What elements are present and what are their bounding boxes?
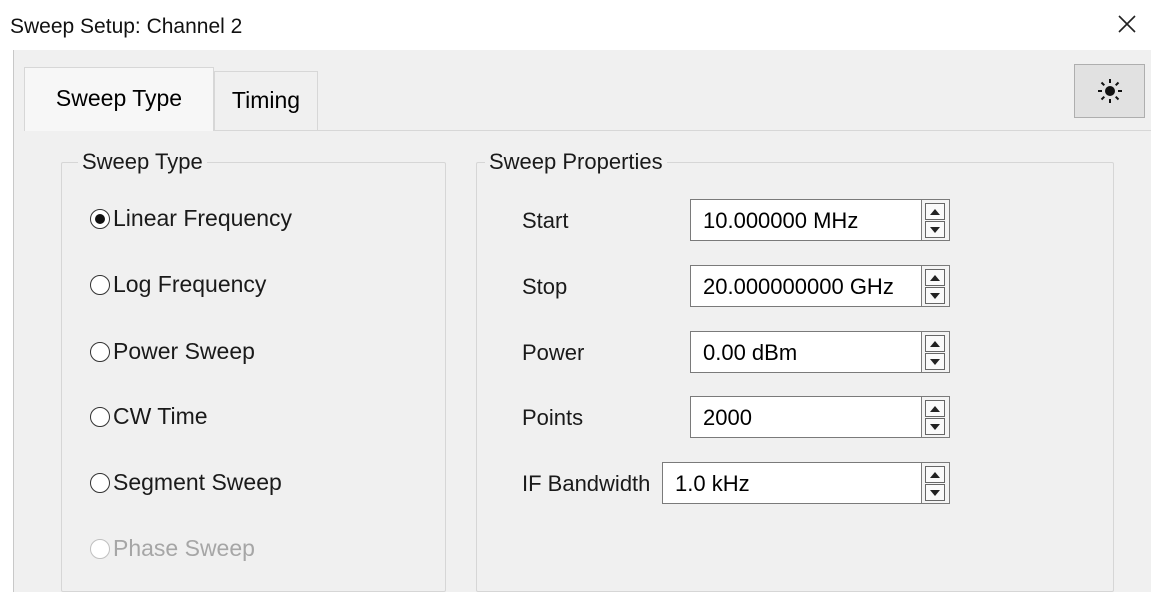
- radio-segment-sweep[interactable]: Segment Sweep: [90, 469, 282, 496]
- radio-linear-frequency[interactable]: Linear Frequency: [90, 205, 292, 232]
- radio-log-frequency[interactable]: Log Frequency: [90, 271, 266, 298]
- radio-button: [90, 274, 110, 295]
- radio-button: [90, 406, 110, 427]
- brightness-button[interactable]: [1074, 64, 1145, 118]
- if-bandwidth-label: IF Bandwidth: [522, 471, 651, 496]
- radio-button: [90, 472, 110, 493]
- tab-timing[interactable]: Timing: [214, 71, 318, 131]
- up-arrow-icon: [930, 274, 940, 281]
- radio-label: Power Sweep: [113, 338, 255, 364]
- up-arrow-icon: [930, 471, 940, 478]
- down-arrow-icon: [930, 423, 940, 430]
- down-arrow-icon: [930, 358, 940, 365]
- start-increment-button[interactable]: [925, 203, 945, 220]
- if-bandwidth-increment-button[interactable]: [925, 466, 945, 483]
- title-bar: Sweep Setup: Channel 2: [0, 0, 1151, 50]
- radio-label: Phase Sweep: [113, 535, 255, 561]
- points-field[interactable]: 2000: [690, 396, 922, 438]
- radio-label: CW Time: [113, 403, 208, 429]
- dialog-body: Sweep Type Timing Sweep Type Linear Freq…: [13, 50, 1151, 592]
- radio-cw-time[interactable]: CW Time: [90, 403, 208, 430]
- sweep-properties-group-title: Sweep Properties: [485, 149, 667, 175]
- start-decrement-button[interactable]: [925, 221, 945, 238]
- power-decrement-button[interactable]: [925, 353, 945, 370]
- radio-label: Linear Frequency: [113, 205, 292, 231]
- up-arrow-icon: [930, 340, 940, 347]
- down-arrow-icon: [930, 292, 940, 299]
- points-label: Points: [522, 405, 584, 430]
- radio-button-selected: [90, 208, 110, 229]
- down-arrow-icon: [930, 226, 940, 233]
- start-label: Start: [522, 208, 569, 233]
- radio-button-disabled: [90, 538, 110, 559]
- points-decrement-button[interactable]: [925, 418, 945, 435]
- start-field[interactable]: 10.000000 MHz: [690, 199, 922, 241]
- stop-decrement-button[interactable]: [925, 287, 945, 304]
- window-title: Sweep Setup: Channel 2: [10, 15, 243, 38]
- stop-field[interactable]: 20.000000000 GHz: [690, 265, 922, 307]
- tab-sweep-type[interactable]: Sweep Type: [24, 67, 214, 131]
- radio-phase-sweep: Phase Sweep: [90, 535, 255, 562]
- sweep-type-group: Sweep Type Linear Frequency Log Frequenc…: [61, 149, 446, 592]
- stop-spinner: [922, 265, 950, 307]
- power-spinner: [922, 331, 950, 373]
- if-bandwidth-spinner: [922, 462, 950, 504]
- power-field[interactable]: 0.00 dBm: [690, 331, 922, 373]
- radio-label: Segment Sweep: [113, 469, 282, 495]
- close-button[interactable]: [1111, 8, 1143, 40]
- up-arrow-icon: [930, 208, 940, 215]
- if-bandwidth-field[interactable]: 1.0 kHz: [662, 462, 922, 504]
- sun-icon: [1097, 79, 1122, 103]
- up-arrow-icon: [930, 405, 940, 412]
- radio-button: [90, 341, 110, 362]
- down-arrow-icon: [930, 489, 940, 496]
- start-spinner: [922, 199, 950, 241]
- close-icon: [1118, 15, 1136, 33]
- stop-label: Stop: [522, 274, 568, 299]
- points-increment-button[interactable]: [925, 400, 945, 417]
- power-label: Power: [522, 340, 585, 365]
- stop-increment-button[interactable]: [925, 269, 945, 286]
- radio-power-sweep[interactable]: Power Sweep: [90, 338, 255, 365]
- power-increment-button[interactable]: [925, 335, 945, 352]
- sweep-type-group-title: Sweep Type: [78, 149, 207, 175]
- radio-label: Log Frequency: [113, 271, 267, 297]
- if-bandwidth-decrement-button[interactable]: [925, 484, 945, 501]
- points-spinner: [922, 396, 950, 438]
- sweep-properties-group: Sweep Properties Start 10.000000 MHz Sto…: [476, 149, 1114, 592]
